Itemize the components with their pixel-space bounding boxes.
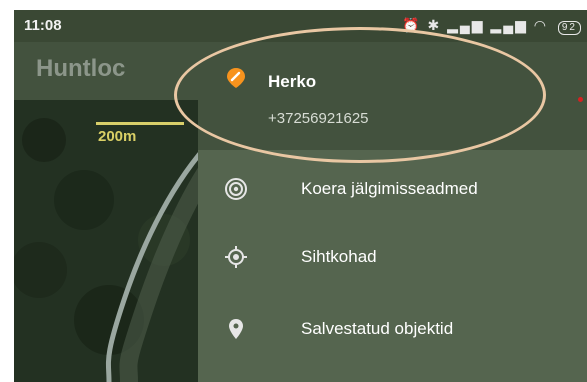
location-pin-icon	[229, 319, 243, 339]
battery-icon: 92	[557, 21, 581, 35]
orange-pin-icon	[227, 68, 245, 88]
wifi-icon: ◠	[533, 17, 548, 33]
menu-item-dog-trackers[interactable]: Koera jälgimisseadmed	[198, 157, 587, 221]
notification-dot	[578, 97, 583, 102]
drawer-header[interactable]: Herko +37256921625	[198, 42, 587, 150]
map-scale-bar	[96, 122, 184, 125]
user-phone: +37256921625	[268, 110, 369, 127]
menu-label: Koera jälgimisseadmed	[301, 179, 478, 198]
status-time: 11:08	[24, 17, 62, 34]
signal-icon: ▂▄▆	[447, 17, 485, 33]
menu-label: Sihtkohad	[301, 247, 377, 266]
menu-label: Salvestatud objektid	[301, 319, 454, 338]
tracker-icon	[225, 178, 247, 200]
status-bar: 11:08 ⏰ ✱ ▂▄▆ ▂▄▆ ◠ 92	[14, 10, 587, 42]
target-icon	[225, 246, 247, 268]
status-icons: ⏰ ✱ ▂▄▆ ▂▄▆ ◠ 92	[402, 17, 581, 35]
bluetooth-icon: ✱	[427, 17, 442, 33]
menu-item-destinations[interactable]: Sihtkohad	[198, 225, 587, 289]
app-title: Huntloc	[36, 55, 126, 82]
signal-icon: ▂▄▆	[490, 17, 528, 33]
map-view[interactable]: 200m	[14, 100, 214, 382]
map-scale-label: 200m	[98, 128, 137, 145]
app-window: 11:08 ⏰ ✱ ▂▄▆ ▂▄▆ ◠ 92 Huntloc 200m Herk…	[14, 10, 587, 382]
alarm-icon: ⏰	[402, 17, 422, 33]
user-name: Herko	[268, 72, 317, 91]
navigation-drawer: Herko +37256921625 Koera jälgimisseadmed…	[198, 42, 587, 382]
menu-item-saved-objects[interactable]: Salvestatud objektid	[198, 297, 587, 361]
